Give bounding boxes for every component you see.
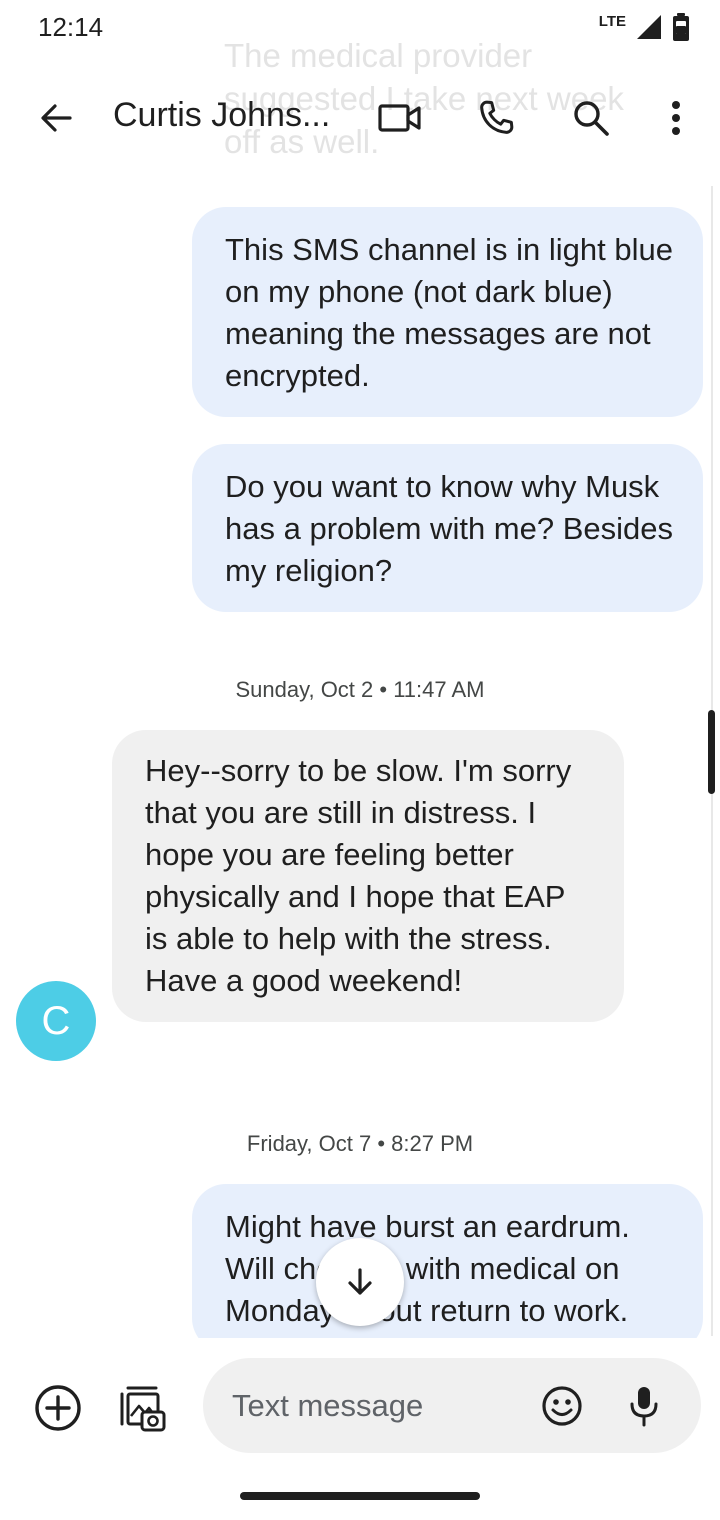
microphone-icon — [630, 1387, 658, 1427]
message-timestamp: Sunday, Oct 2 • 11:47 AM — [235, 677, 485, 702]
avatar-initial: C — [41, 998, 71, 1043]
voice-input-button[interactable] — [618, 1380, 670, 1432]
contact-avatar[interactable]: C — [16, 981, 96, 1061]
more-vert-icon — [672, 101, 680, 135]
message-bubble-incoming[interactable]: Hey--sorry to be slow. I'm sorry that yo… — [112, 730, 624, 1022]
arrow-back-icon — [41, 104, 72, 132]
contact-name[interactable]: Curtis Johns... — [113, 96, 330, 135]
gallery-camera-button[interactable] — [114, 1380, 170, 1436]
scroll-to-bottom-button[interactable] — [316, 1238, 404, 1326]
emoji-icon — [542, 1386, 582, 1426]
home-indicator[interactable] — [240, 1492, 480, 1500]
phone-call-button[interactable] — [468, 92, 524, 144]
network-type: LTE — [598, 12, 626, 30]
message-bubble-outgoing[interactable]: This SMS channel is in light blue on my … — [192, 207, 703, 417]
search-icon — [574, 101, 609, 136]
gallery-camera-icon — [120, 1386, 166, 1432]
add-circle-icon — [35, 1385, 81, 1431]
search-button[interactable] — [563, 92, 619, 144]
back-button[interactable] — [28, 92, 84, 144]
phone-icon — [480, 100, 514, 134]
arrow-down-icon — [348, 1268, 372, 1295]
videocam-icon — [378, 104, 421, 132]
add-attachment-button[interactable] — [30, 1380, 86, 1436]
status-time: 12:14 — [38, 12, 104, 42]
message-input-placeholder: Text message — [232, 1388, 424, 1423]
scrollbar-thumb[interactable] — [708, 710, 715, 794]
emoji-button[interactable] — [536, 1380, 588, 1432]
battery-icon — [673, 13, 689, 41]
more-options-button[interactable] — [650, 92, 702, 144]
message-bubble-outgoing[interactable]: Do you want to know why Musk has a probl… — [192, 444, 703, 612]
video-call-button[interactable] — [372, 92, 428, 144]
message-bubble-outgoing[interactable]: Might have burst an eardrum. Will check … — [192, 1184, 703, 1338]
message-timestamp: Friday, Oct 7 • 8:27 PM — [246, 1131, 474, 1156]
